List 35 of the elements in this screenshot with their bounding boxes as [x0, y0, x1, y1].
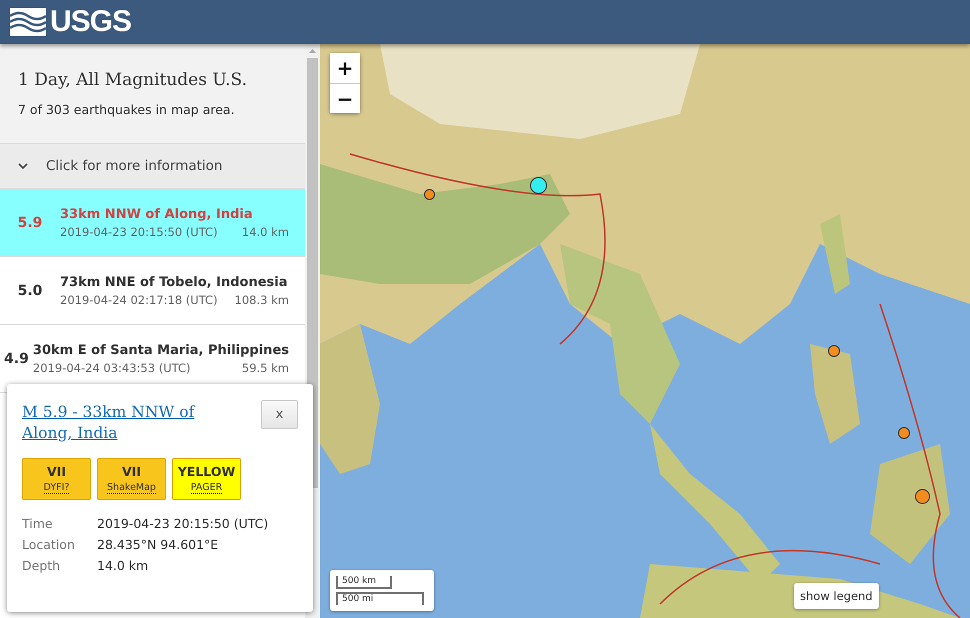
scale-label: 500 km	[336, 576, 392, 589]
place-name: 30km E of Santa Maria, Philippines	[32, 342, 289, 358]
logo-text[interactable]: USGS	[50, 5, 132, 39]
magnitude: 5.0	[16, 282, 44, 298]
event-depth: 108.3 km	[234, 292, 289, 306]
earthquake-count: 7 of 303 earthquakes in map area.	[18, 102, 236, 117]
more-info-toggle[interactable]: Click for more information	[0, 144, 305, 189]
scale-label: 500 mi	[336, 592, 424, 605]
detail-value: 2019-04-23 20:15:50 (UTC)	[97, 516, 270, 531]
impact-badge[interactable]: VII DYFI?	[22, 458, 91, 500]
detail-label: Time	[22, 516, 54, 531]
event-time: 2019-04-24 03:43:53 (UTC)	[32, 360, 190, 374]
event-title-link[interactable]: M 5.9 - 33km NNW of Along, India	[22, 402, 232, 444]
zoom-in-button[interactable]: +	[330, 53, 360, 83]
place-name: 33km NNW of Along, India	[60, 206, 254, 222]
chevron-icon	[18, 162, 28, 170]
magnitude: 4.9	[3, 350, 30, 366]
event-depth: 14.0 km	[242, 224, 289, 238]
impact-badge[interactable]: YELLOW PAGER	[172, 458, 241, 500]
detail-value: 28.435°N 94.601°E	[97, 537, 220, 552]
impact-badge[interactable]: VII ShakeMap	[97, 458, 166, 500]
detail-value: 14.0 km	[97, 558, 150, 573]
logo-icon	[10, 8, 46, 36]
show-legend-button[interactable]: show legend	[794, 583, 879, 609]
list-title: 1 Day, All Magnitudes U.S.	[18, 70, 248, 90]
event-time: 2019-04-24 02:17:18 (UTC)	[60, 292, 218, 306]
detail-label: Depth	[22, 558, 62, 573]
detail-label: Location	[22, 537, 76, 552]
event-time: 2019-04-23 20:15:50 (UTC)	[60, 224, 218, 238]
place-name: 73km NNE of Tobelo, Indonesia	[60, 274, 288, 290]
magnitude: 5.9	[16, 214, 44, 230]
zoom-out-button[interactable]: −	[330, 83, 360, 113]
earthquake-item[interactable]: 5.9 33km NNW of Along, India 2019-04-23 20:15:50 (UTC) 14.0 km	[0, 189, 305, 257]
event-depth: 59.5 km	[242, 360, 289, 374]
close-button[interactable]: x	[261, 400, 298, 429]
